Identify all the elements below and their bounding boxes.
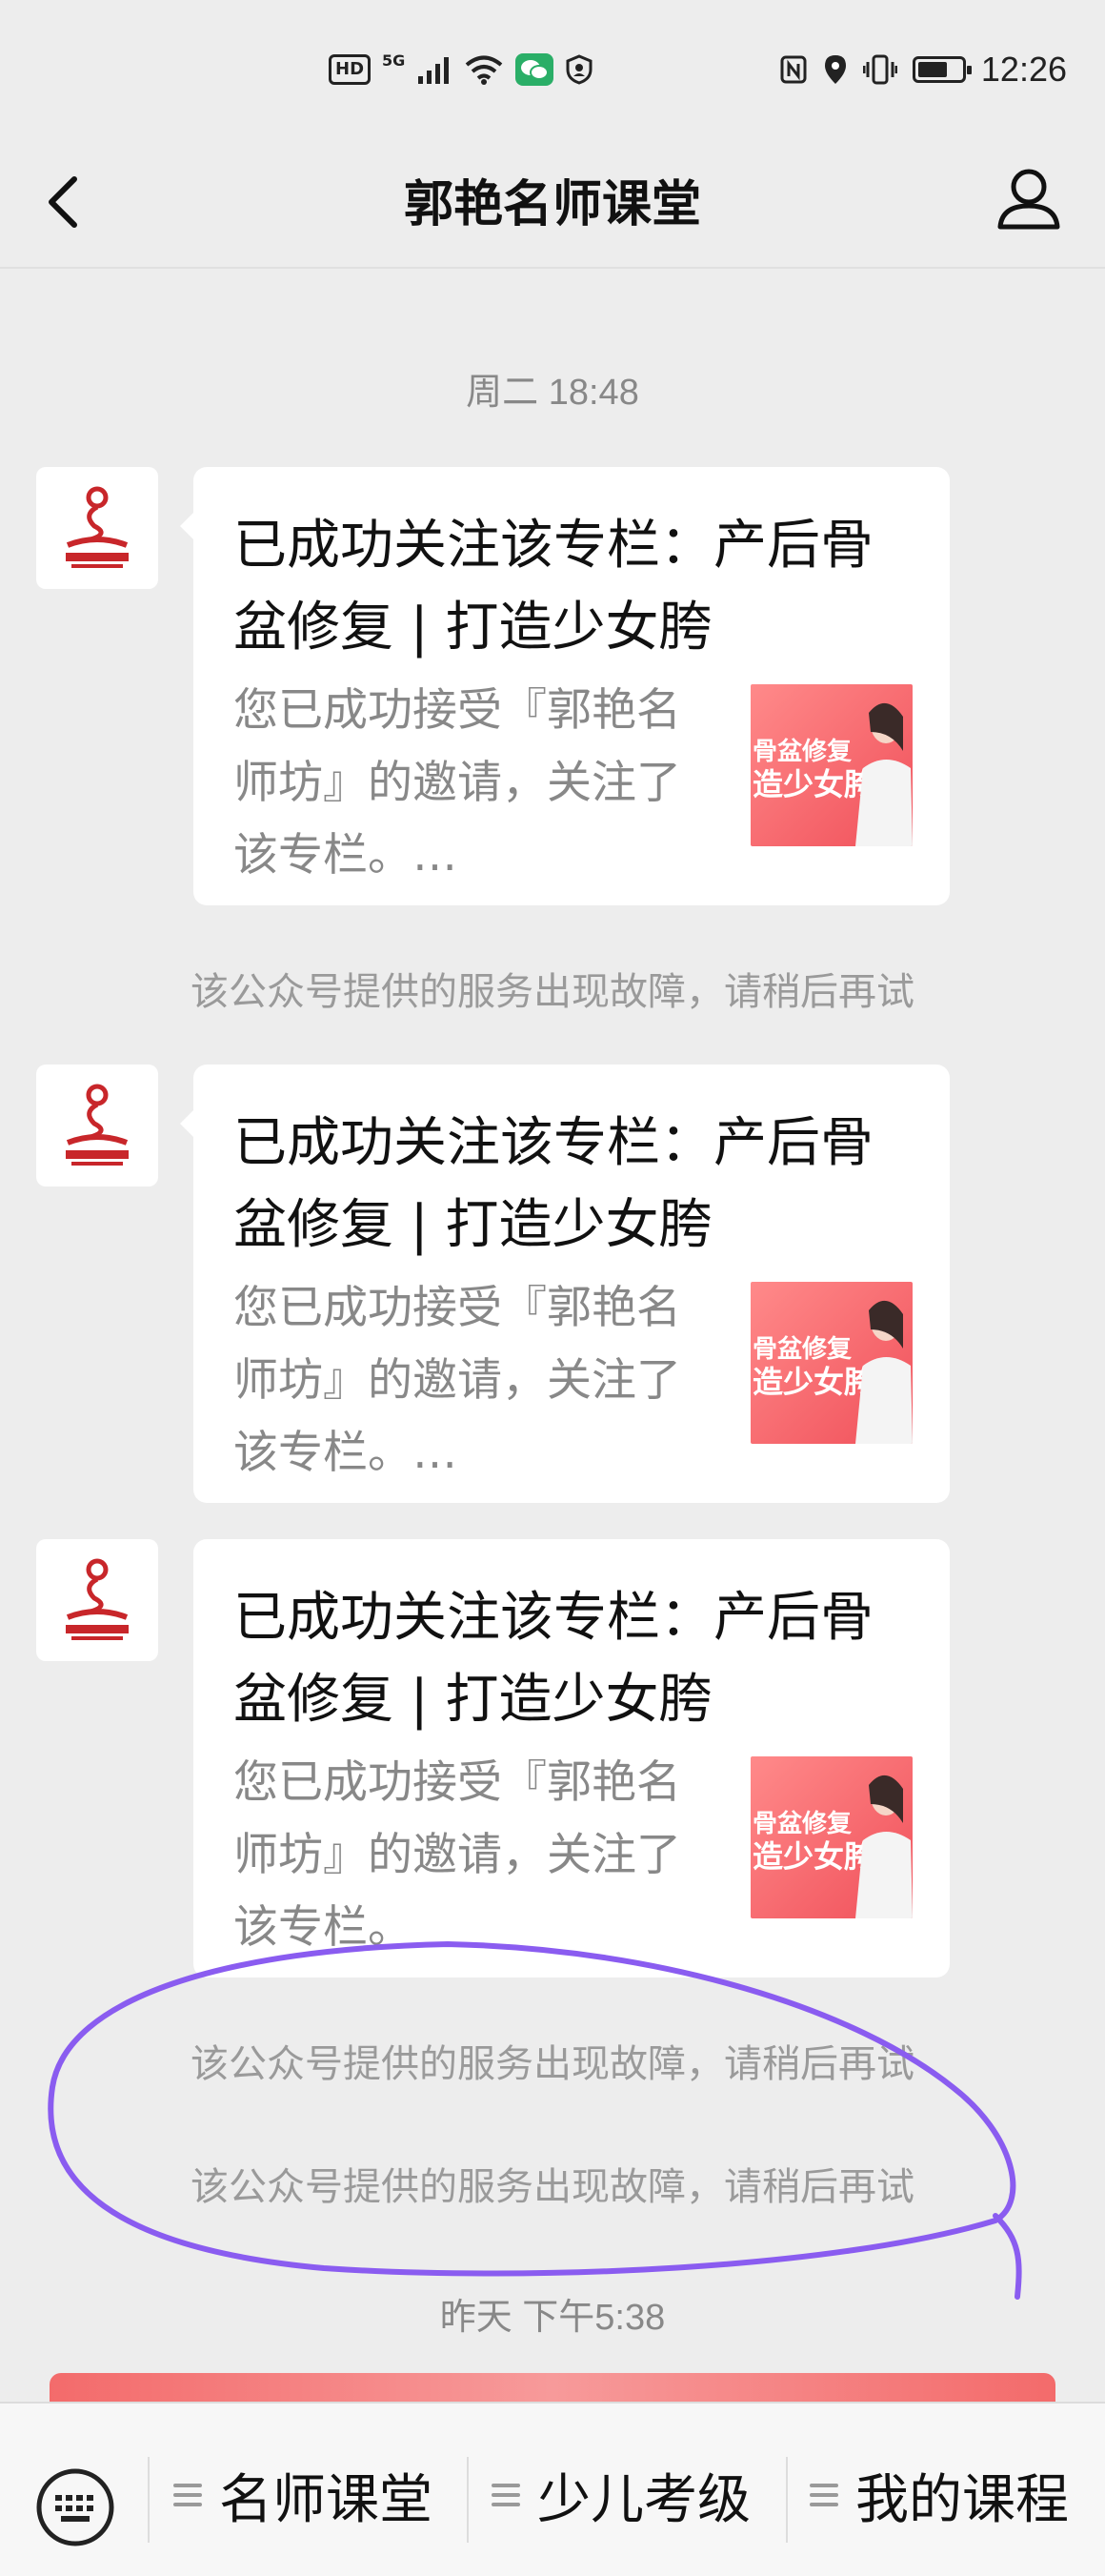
clock: 12:26: [980, 50, 1067, 89]
article-thumbnail: 骨盆修复 造少女胯: [751, 684, 913, 846]
hd-badge: HD: [329, 54, 372, 85]
menu-icon: [492, 2484, 520, 2506]
article-description: 您已成功接受『郭艳名师坊』的邀请，关注了该专栏。: [233, 1756, 681, 1954]
system-message: 该公众号提供的服务出现故障，请稍后再试: [191, 2165, 914, 2209]
menu-divider: [467, 2457, 469, 2543]
article-title: 已成功关注该专栏：产后骨盆修复 | 打造少女胯: [233, 515, 874, 659]
yoga-logo-icon: [66, 1558, 129, 1640]
network-label: 5G: [382, 51, 406, 70]
article-title: 已成功关注该专栏：产后骨盆修复 | 打造少女胯: [233, 1112, 874, 1256]
nav-divider: [0, 267, 1105, 269]
nav-bar: 郭艳名师课堂: [0, 143, 1105, 267]
person-image: [855, 1775, 913, 1918]
menu-item-grading[interactable]: 少儿考级: [492, 2438, 751, 2552]
menu-icon: [173, 2484, 202, 2506]
location-icon: [824, 55, 846, 84]
person-image: [855, 702, 913, 846]
menu-item-courses[interactable]: 名师课堂: [173, 2438, 432, 2552]
account-avatar[interactable]: [36, 1065, 158, 1187]
menu-divider: [786, 2457, 788, 2543]
menu-item-label: 名师课堂: [219, 2468, 432, 2531]
article-card[interactable]: 已成功关注该专栏：产后骨盆修复 | 打造少女胯 您已成功接受『郭艳名师坊』的邀请…: [180, 1065, 950, 1503]
profile-icon[interactable]: [991, 160, 1067, 236]
account-avatar[interactable]: [36, 467, 158, 589]
yoga-logo-icon: [66, 1084, 129, 1166]
yoga-logo-icon: [66, 486, 129, 568]
article-description: 您已成功接受『郭艳名师坊』的邀请，关注了该专栏。…: [233, 1282, 681, 1479]
article-card[interactable]: 已成功关注该专栏：产后骨盆修复 | 打造少女胯 您已成功接受『郭艳名师坊』的邀请…: [193, 1539, 950, 1978]
status-left: HD 5G: [329, 51, 593, 86]
timestamp: 周二 18:48: [466, 373, 639, 413]
keyboard-icon[interactable]: [34, 2466, 116, 2548]
menu-item-label: 我的课程: [855, 2468, 1069, 2531]
signal-icon: [418, 57, 450, 84]
status-right: 12:26: [779, 50, 1067, 90]
menu-item-label: 少儿考级: [537, 2468, 751, 2531]
article-thumbnail: 骨盆修复 造少女胯: [751, 1756, 913, 1918]
system-message: 该公众号提供的服务出现故障，请稍后再试: [191, 970, 914, 1014]
menu-divider: [148, 2457, 150, 2543]
menu-item-my-courses[interactable]: 我的课程: [810, 2438, 1069, 2552]
timestamp: 昨天 下午5:38: [439, 2298, 666, 2338]
partial-card-edge: [50, 2373, 1055, 2402]
menu-icon: [810, 2484, 838, 2506]
vibrate-icon: [862, 54, 897, 85]
battery-icon: [912, 56, 972, 83]
article-card[interactable]: 已成功关注该专栏：产后骨盆修复 | 打造少女胯 您已成功接受『郭艳名师坊』的邀请…: [180, 467, 950, 905]
nfc-icon: [780, 55, 807, 84]
shield-icon: [566, 54, 593, 85]
article-description: 您已成功接受『郭艳名师坊』的邀请，关注了该专栏。…: [233, 684, 681, 882]
status-bar: HD 5G 12:26: [0, 0, 1105, 143]
bottom-menu: 名师课堂 少儿考级 我的课程: [0, 2402, 1105, 2576]
article-title: 已成功关注该专栏：产后骨盆修复 | 打造少女胯: [233, 1587, 874, 1731]
wechat-icon: [515, 53, 554, 86]
person-image: [855, 1300, 913, 1444]
page-title: 郭艳名师课堂: [403, 176, 701, 233]
article-thumbnail: 骨盆修复 造少女胯: [751, 1282, 913, 1444]
system-message: 该公众号提供的服务出现故障，请稍后再试: [191, 2042, 914, 2086]
account-avatar[interactable]: [36, 1539, 158, 1661]
wifi-icon: [466, 55, 503, 85]
